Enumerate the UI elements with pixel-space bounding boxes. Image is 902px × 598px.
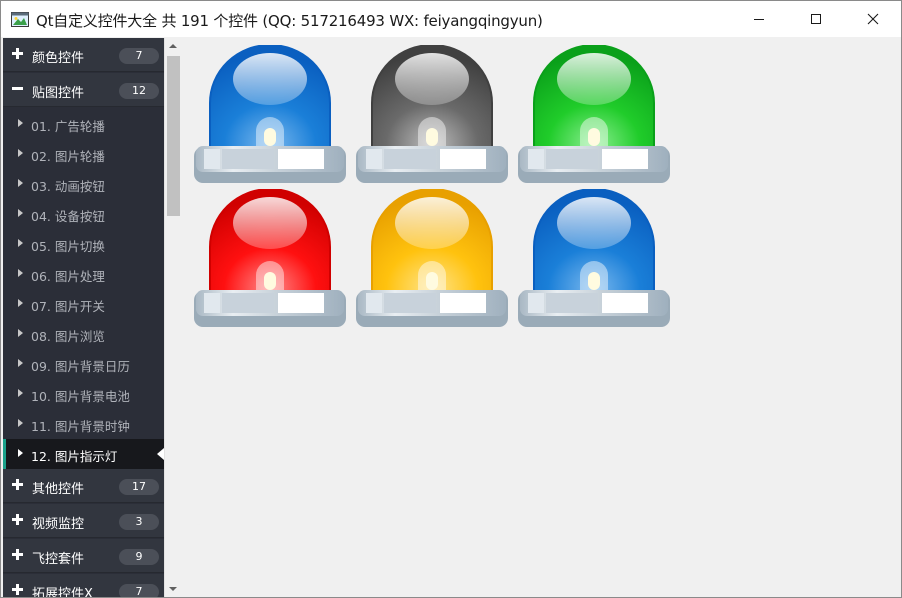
- caret-right-icon: [18, 329, 23, 337]
- caret-right-icon: [18, 149, 23, 157]
- category-count-badge: 17: [119, 479, 159, 495]
- caret-right-icon: [18, 239, 23, 247]
- category-count-badge: 12: [119, 83, 159, 99]
- sidebar-item-label: 09. 图片背景日历: [31, 359, 130, 374]
- sidebar-item-label: 01. 广告轮播: [31, 119, 105, 134]
- sidebar-item-label: 04. 设备按钮: [31, 209, 105, 224]
- maximize-icon: [811, 14, 821, 24]
- category-color-controls[interactable]: 颜色控件 7: [3, 38, 164, 72]
- app-icon: [11, 12, 29, 27]
- plus-icon: [12, 584, 23, 595]
- sidebar-item-label: 07. 图片开关: [31, 299, 105, 314]
- plus-icon: [12, 48, 23, 59]
- indicator-light: [192, 189, 348, 329]
- caret-right-icon: [18, 449, 23, 457]
- sidebar-item[interactable]: 02. 图片轮播: [3, 139, 164, 169]
- sidebar-item[interactable]: 01. 广告轮播: [3, 109, 164, 139]
- indicator-light: [354, 45, 510, 185]
- minus-icon: [12, 83, 23, 94]
- sidebar-item-label: 06. 图片处理: [31, 269, 105, 284]
- category-video-monitor[interactable]: 视频监控 3: [3, 504, 164, 538]
- plus-icon: [12, 549, 23, 560]
- window-title: Qt自定义控件大全 共 191 个控件 (QQ: 517216493 WX: f…: [36, 12, 543, 30]
- scrollbar-thumb[interactable]: [167, 56, 180, 216]
- close-button[interactable]: [844, 1, 901, 37]
- sidebar-item-label: 12. 图片指示灯: [31, 449, 118, 464]
- category-label: 拓展控件X: [32, 587, 93, 598]
- indicator-light: [354, 189, 510, 329]
- sidebar-item[interactable]: 06. 图片处理: [3, 259, 164, 289]
- sidebar-item[interactable]: 10. 图片背景电池: [3, 379, 164, 409]
- minimize-button[interactable]: [730, 1, 788, 37]
- category-label: 飞控套件: [32, 552, 85, 567]
- close-icon: [867, 13, 879, 25]
- category-flight-control[interactable]: 飞控套件 9: [3, 539, 164, 573]
- category-count-badge: 7: [119, 48, 159, 64]
- sidebar-item-label: 08. 图片浏览: [31, 329, 105, 344]
- caret-right-icon: [18, 119, 23, 127]
- category-label: 颜色控件: [32, 51, 85, 66]
- title-bar: Qt自定义控件大全 共 191 个控件 (QQ: 517216493 WX: f…: [1, 1, 901, 37]
- plus-icon: [12, 514, 23, 525]
- caret-right-icon: [18, 299, 23, 307]
- sidebar-scrollbar[interactable]: [164, 38, 181, 597]
- caret-right-icon: [18, 269, 23, 277]
- caret-right-icon: [18, 209, 23, 217]
- sidebar: 颜色控件 7 贴图控件 12 01. 广告轮播 02. 图片轮播 03. 动画按…: [3, 38, 164, 598]
- sidebar-item-label: 03. 动画按钮: [31, 179, 105, 194]
- sidebar-item[interactable]: 05. 图片切换: [3, 229, 164, 259]
- yellow-light-icon: [356, 189, 508, 327]
- blue-light-icon: [518, 189, 670, 327]
- category-other-controls[interactable]: 其他控件 17: [3, 469, 164, 503]
- plus-icon: [12, 479, 23, 490]
- gray-light-icon: [356, 45, 508, 183]
- blue-light-icon: [194, 45, 346, 183]
- sidebar-item[interactable]: 09. 图片背景日历: [3, 349, 164, 379]
- sidebar-item-label: 02. 图片轮播: [31, 149, 105, 164]
- scroll-down-arrow-icon[interactable]: [165, 581, 181, 597]
- maximize-button[interactable]: [787, 1, 845, 37]
- category-count-badge: 9: [119, 549, 159, 565]
- sidebar-item-label: 10. 图片背景电池: [31, 389, 130, 404]
- indicator-light: [516, 45, 672, 185]
- sidebar-item-label: 11. 图片背景时钟: [31, 419, 130, 434]
- app-window: Qt自定义控件大全 共 191 个控件 (QQ: 517216493 WX: f…: [0, 0, 902, 598]
- indicator-light: [516, 189, 672, 329]
- scroll-up-arrow-icon[interactable]: [165, 38, 181, 55]
- category-count-badge: 3: [119, 514, 159, 530]
- caret-right-icon: [18, 419, 23, 427]
- red-light-icon: [194, 189, 346, 327]
- sidebar-item-selected[interactable]: 12. 图片指示灯: [3, 439, 164, 469]
- sidebar-item[interactable]: 11. 图片背景时钟: [3, 409, 164, 439]
- green-light-icon: [518, 45, 670, 183]
- sidebar-item[interactable]: 04. 设备按钮: [3, 199, 164, 229]
- category-label: 贴图控件: [32, 86, 85, 101]
- indicator-light: [192, 45, 348, 185]
- selection-indicator-icon: [157, 448, 164, 460]
- indicator-light-panel: [182, 38, 901, 597]
- category-label: 其他控件: [32, 482, 85, 497]
- category-count-badge: 7: [119, 584, 159, 597]
- sidebar-item[interactable]: 03. 动画按钮: [3, 169, 164, 199]
- category-extension-x[interactable]: 拓展控件X 7: [3, 574, 164, 598]
- sidebar-item[interactable]: 08. 图片浏览: [3, 319, 164, 349]
- caret-right-icon: [18, 179, 23, 187]
- minimize-icon: [754, 19, 764, 20]
- sidebar-item[interactable]: 07. 图片开关: [3, 289, 164, 319]
- caret-right-icon: [18, 389, 23, 397]
- sidebar-item-label: 05. 图片切换: [31, 239, 105, 254]
- caret-right-icon: [18, 359, 23, 367]
- category-image-controls[interactable]: 贴图控件 12: [3, 73, 164, 107]
- category-label: 视频监控: [32, 517, 85, 532]
